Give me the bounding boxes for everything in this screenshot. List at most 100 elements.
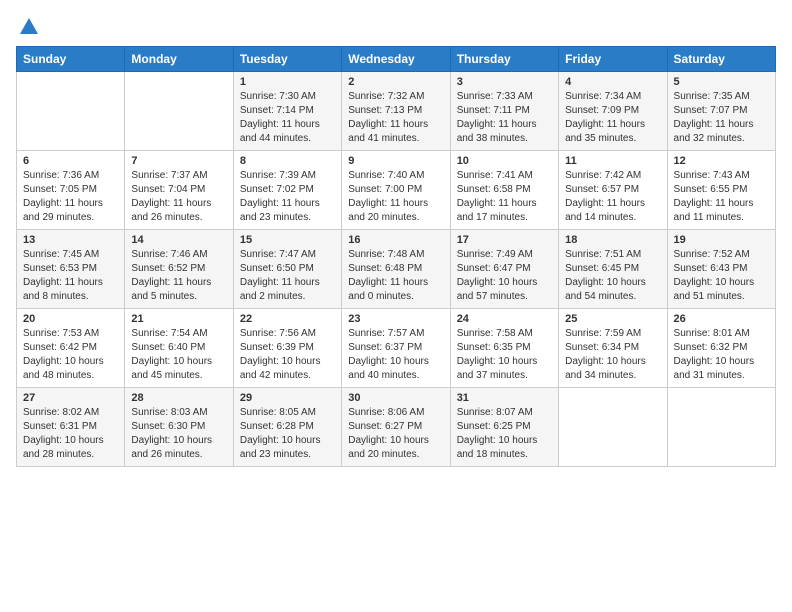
day-cell: 26 Sunrise: 8:01 AMSunset: 6:32 PMDayligh… (667, 309, 775, 388)
day-cell: 7 Sunrise: 7:37 AMSunset: 7:04 PMDaylight… (125, 151, 233, 230)
day-number: 2 (348, 76, 443, 88)
col-thursday: Thursday (450, 47, 558, 72)
day-number: 31 (457, 392, 552, 404)
page: SundayMondayTuesdayWednesdayThursdayFrid… (0, 0, 792, 477)
day-cell (125, 72, 233, 151)
day-cell: 13 Sunrise: 7:45 AMSunset: 6:53 PMDayligh… (17, 230, 125, 309)
day-number: 29 (240, 392, 335, 404)
day-info: Sunrise: 7:45 AMSunset: 6:53 PMDaylight:… (23, 248, 118, 304)
day-info: Sunrise: 7:52 AMSunset: 6:43 PMDaylight:… (674, 248, 769, 304)
week-row-2: 6 Sunrise: 7:36 AMSunset: 7:05 PMDaylight… (17, 151, 776, 230)
day-info: Sunrise: 7:43 AMSunset: 6:55 PMDaylight:… (674, 169, 769, 225)
col-saturday: Saturday (667, 47, 775, 72)
col-monday: Monday (125, 47, 233, 72)
day-info: Sunrise: 7:41 AMSunset: 6:58 PMDaylight:… (457, 169, 552, 225)
day-cell: 24Sunrise: 7:58 AMSunset: 6:35 PMDayligh… (450, 309, 558, 388)
day-info: Sunrise: 8:06 AMSunset: 6:27 PMDaylight:… (348, 406, 443, 462)
week-row-1: 1 Sunrise: 7:30 AMSunset: 7:14 PMDaylight… (17, 72, 776, 151)
day-number: 1 (240, 76, 335, 88)
day-number: 25 (565, 313, 660, 325)
day-info: Sunrise: 8:07 AMSunset: 6:25 PMDaylight:… (457, 406, 552, 462)
day-number: 12 (674, 155, 769, 167)
day-info: Sunrise: 7:56 AMSunset: 6:39 PMDaylight:… (240, 327, 335, 383)
logo-icon (18, 16, 40, 38)
day-cell: 19 Sunrise: 7:52 AMSunset: 6:43 PMDayligh… (667, 230, 775, 309)
day-cell: 18Sunrise: 7:51 AMSunset: 6:45 PMDayligh… (559, 230, 667, 309)
day-info: Sunrise: 8:02 AMSunset: 6:31 PMDaylight:… (23, 406, 118, 462)
day-number: 10 (457, 155, 552, 167)
day-number: 5 (674, 76, 769, 88)
day-info: Sunrise: 7:59 AMSunset: 6:34 PMDaylight:… (565, 327, 660, 383)
day-info: Sunrise: 7:35 AMSunset: 7:07 PMDaylight:… (674, 90, 769, 146)
day-number: 26 (674, 313, 769, 325)
day-number: 15 (240, 234, 335, 246)
day-cell: 6 Sunrise: 7:36 AMSunset: 7:05 PMDaylight… (17, 151, 125, 230)
day-info: Sunrise: 7:30 AMSunset: 7:14 PMDaylight:… (240, 90, 335, 146)
day-number: 17 (457, 234, 552, 246)
col-wednesday: Wednesday (342, 47, 450, 72)
day-info: Sunrise: 7:58 AMSunset: 6:35 PMDaylight:… (457, 327, 552, 383)
day-info: Sunrise: 7:39 AMSunset: 7:02 PMDaylight:… (240, 169, 335, 225)
day-info: Sunrise: 7:49 AMSunset: 6:47 PMDaylight:… (457, 248, 552, 304)
day-cell: 31 Sunrise: 8:07 AMSunset: 6:25 PMDayligh… (450, 388, 558, 467)
day-info: Sunrise: 7:42 AMSunset: 6:57 PMDaylight:… (565, 169, 660, 225)
day-cell: 3Sunrise: 7:33 AMSunset: 7:11 PMDaylight… (450, 72, 558, 151)
day-cell: 15 Sunrise: 7:47 AMSunset: 6:50 PMDayligh… (233, 230, 341, 309)
day-info: Sunrise: 7:48 AMSunset: 6:48 PMDaylight:… (348, 248, 443, 304)
day-cell: 28Sunrise: 8:03 AMSunset: 6:30 PMDayligh… (125, 388, 233, 467)
day-info: Sunrise: 7:34 AMSunset: 7:09 PMDaylight:… (565, 90, 660, 146)
day-number: 30 (348, 392, 443, 404)
day-number: 21 (131, 313, 226, 325)
day-info: Sunrise: 7:54 AMSunset: 6:40 PMDaylight:… (131, 327, 226, 383)
day-cell: 12 Sunrise: 7:43 AMSunset: 6:55 PMDayligh… (667, 151, 775, 230)
day-info: Sunrise: 8:01 AMSunset: 6:32 PMDaylight:… (674, 327, 769, 383)
day-info: Sunrise: 7:40 AMSunset: 7:00 PMDaylight:… (348, 169, 443, 225)
day-info: Sunrise: 7:46 AMSunset: 6:52 PMDaylight:… (131, 248, 226, 304)
col-sunday: Sunday (17, 47, 125, 72)
day-cell: 11 Sunrise: 7:42 AMSunset: 6:57 PMDayligh… (559, 151, 667, 230)
day-number: 22 (240, 313, 335, 325)
day-number: 23 (348, 313, 443, 325)
day-info: Sunrise: 7:47 AMSunset: 6:50 PMDaylight:… (240, 248, 335, 304)
day-number: 11 (565, 155, 660, 167)
day-number: 20 (23, 313, 118, 325)
day-info: Sunrise: 7:36 AMSunset: 7:05 PMDaylight:… (23, 169, 118, 225)
day-info: Sunrise: 7:32 AMSunset: 7:13 PMDaylight:… (348, 90, 443, 146)
day-number: 19 (674, 234, 769, 246)
day-number: 8 (240, 155, 335, 167)
day-cell: 4 Sunrise: 7:34 AMSunset: 7:09 PMDaylight… (559, 72, 667, 151)
day-number: 18 (565, 234, 660, 246)
day-number: 4 (565, 76, 660, 88)
day-info: Sunrise: 7:57 AMSunset: 6:37 PMDaylight:… (348, 327, 443, 383)
day-cell: 29Sunrise: 8:05 AMSunset: 6:28 PMDayligh… (233, 388, 341, 467)
day-cell: 30 Sunrise: 8:06 AMSunset: 6:27 PMDayligh… (342, 388, 450, 467)
day-number: 7 (131, 155, 226, 167)
day-cell: 14Sunrise: 7:46 AMSunset: 6:52 PMDayligh… (125, 230, 233, 309)
week-row-4: 20 Sunrise: 7:53 AMSunset: 6:42 PMDayligh… (17, 309, 776, 388)
day-number: 27 (23, 392, 118, 404)
day-cell: 10 Sunrise: 7:41 AMSunset: 6:58 PMDayligh… (450, 151, 558, 230)
week-row-5: 27 Sunrise: 8:02 AMSunset: 6:31 PMDayligh… (17, 388, 776, 467)
day-cell (17, 72, 125, 151)
day-cell: 1 Sunrise: 7:30 AMSunset: 7:14 PMDaylight… (233, 72, 341, 151)
day-info: Sunrise: 7:53 AMSunset: 6:42 PMDaylight:… (23, 327, 118, 383)
col-friday: Friday (559, 47, 667, 72)
day-cell: 22 Sunrise: 7:56 AMSunset: 6:39 PMDayligh… (233, 309, 341, 388)
day-cell: 21 Sunrise: 7:54 AMSunset: 6:40 PMDayligh… (125, 309, 233, 388)
day-cell: 8 Sunrise: 7:39 AMSunset: 7:02 PMDaylight… (233, 151, 341, 230)
day-cell: 20 Sunrise: 7:53 AMSunset: 6:42 PMDayligh… (17, 309, 125, 388)
day-number: 6 (23, 155, 118, 167)
day-cell: 25 Sunrise: 7:59 AMSunset: 6:34 PMDayligh… (559, 309, 667, 388)
day-cell: 5 Sunrise: 7:35 AMSunset: 7:07 PMDaylight… (667, 72, 775, 151)
day-cell: 23 Sunrise: 7:57 AMSunset: 6:37 PMDayligh… (342, 309, 450, 388)
day-number: 9 (348, 155, 443, 167)
day-cell (667, 388, 775, 467)
day-number: 13 (23, 234, 118, 246)
week-row-3: 13 Sunrise: 7:45 AMSunset: 6:53 PMDayligh… (17, 230, 776, 309)
day-cell (559, 388, 667, 467)
day-info: Sunrise: 7:37 AMSunset: 7:04 PMDaylight:… (131, 169, 226, 225)
calendar-table: SundayMondayTuesdayWednesdayThursdayFrid… (16, 46, 776, 467)
logo-text (16, 16, 40, 38)
header (16, 10, 776, 38)
header-row: SundayMondayTuesdayWednesdayThursdayFrid… (17, 47, 776, 72)
